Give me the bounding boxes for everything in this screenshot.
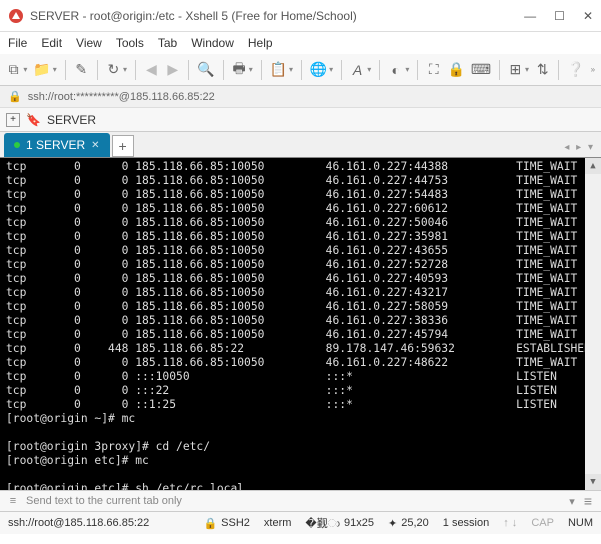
menu-window[interactable]: Window	[191, 36, 234, 50]
reconnect-icon[interactable]: ↻	[106, 60, 121, 80]
menu-file[interactable]: File	[8, 36, 27, 50]
address-bar[interactable]: 🔒 ssh://root:**********@185.118.66.85:22	[0, 86, 601, 108]
back-icon[interactable]: ◀	[144, 60, 159, 80]
add-session-button[interactable]: +	[6, 113, 20, 127]
compose-bar: ≡ Send text to the current tab only ▾ ≡	[0, 490, 601, 512]
copy-icon[interactable]: 📋	[270, 60, 287, 80]
search-icon[interactable]: 🔍	[197, 60, 214, 80]
forward-icon[interactable]: ▶	[165, 60, 180, 80]
status-sess: 1 session	[443, 517, 489, 529]
status-ssh: 🔒 SSH2	[203, 517, 249, 530]
compose-menu-icon[interactable]: ≡	[579, 493, 597, 509]
lock-icon: 🔒	[8, 90, 22, 103]
fullscreen-icon[interactable]: ⛶	[426, 60, 441, 80]
tab-label: 1 SERVER	[26, 138, 85, 152]
minimize-button[interactable]: —	[524, 9, 536, 23]
status-pos: ✦ 25,20	[388, 517, 429, 530]
menu-edit[interactable]: Edit	[41, 36, 62, 50]
scroll-down-icon[interactable]: ▼	[585, 474, 601, 490]
tab-scroll-arrows[interactable]: ◂ ▸ ▾	[564, 142, 595, 153]
status-conn: ssh://root@185.118.66.85:22	[8, 517, 149, 529]
app-icon	[8, 8, 24, 24]
keyboard-icon[interactable]: ⌨	[471, 60, 491, 80]
font-icon[interactable]: A	[350, 60, 365, 80]
transfer-icon[interactable]: ⇅	[535, 60, 550, 80]
status-cap: CAP	[531, 517, 554, 529]
close-tab-icon[interactable]: ✕	[91, 140, 99, 151]
toolbar: ⧉▾ 📁▾ ✎ ↻▾ ◀ ▶ 🔍 🖶▾ 📋▾ 🌐▾ A▾ ◐▾ ⛶ 🔒 ⌨ ⊞▾…	[0, 54, 601, 86]
close-button[interactable]: ✕	[583, 9, 593, 23]
scroll-up-icon[interactable]: ▲	[585, 158, 601, 174]
open-icon[interactable]: 📁	[33, 60, 50, 80]
status-num: NUM	[568, 517, 593, 529]
color-icon[interactable]: ◐	[388, 60, 403, 80]
session-bar: + 🔖 SERVER	[0, 108, 601, 132]
status-bar: ssh://root@185.118.66.85:22 🔒 SSH2 xterm…	[0, 512, 601, 534]
status-dot-icon	[14, 142, 20, 148]
wand-icon[interactable]: ✎	[74, 60, 89, 80]
compose-target-dropdown[interactable]: ▾	[565, 495, 579, 508]
terminal[interactable]: tcp 0 0 185.118.66.85:10050 46.161.0.227…	[0, 158, 601, 490]
scrollbar[interactable]: ▲▼	[585, 158, 601, 490]
menubar: File Edit View Tools Tab Window Help	[0, 32, 601, 54]
add-tool-icon[interactable]: ⊞	[508, 60, 523, 80]
help-icon[interactable]: ❔	[567, 60, 584, 80]
bookmark-icon[interactable]: 🔖	[26, 113, 41, 127]
tab-server[interactable]: 1 SERVER ✕	[4, 133, 110, 157]
status-size: �觐ා 91x25	[305, 515, 374, 531]
compose-toggle-icon[interactable]: ≡	[4, 495, 22, 507]
status-term: xterm	[264, 517, 292, 529]
address-text: ssh://root:**********@185.118.66.85:22	[28, 91, 215, 103]
session-label[interactable]: SERVER	[47, 113, 96, 127]
menu-help[interactable]: Help	[248, 36, 273, 50]
menu-tab[interactable]: Tab	[158, 36, 177, 50]
status-arrows: ↑ ↓	[503, 517, 517, 529]
window-title: SERVER - root@origin:/etc - Xshell 5 (Fr…	[30, 9, 524, 23]
lock-toolbar-icon[interactable]: 🔒	[447, 60, 464, 80]
tab-bar: 1 SERVER ✕ + ◂ ▸ ▾	[0, 132, 601, 158]
new-session-icon[interactable]: ⧉	[6, 60, 21, 80]
maximize-button[interactable]: ☐	[554, 9, 565, 23]
compose-input[interactable]: Send text to the current tab only	[22, 495, 565, 507]
globe-icon[interactable]: 🌐	[310, 60, 327, 80]
new-tab-button[interactable]: +	[112, 135, 134, 157]
print-icon[interactable]: 🖶	[231, 60, 246, 80]
menu-view[interactable]: View	[76, 36, 102, 50]
menu-tools[interactable]: Tools	[116, 36, 144, 50]
